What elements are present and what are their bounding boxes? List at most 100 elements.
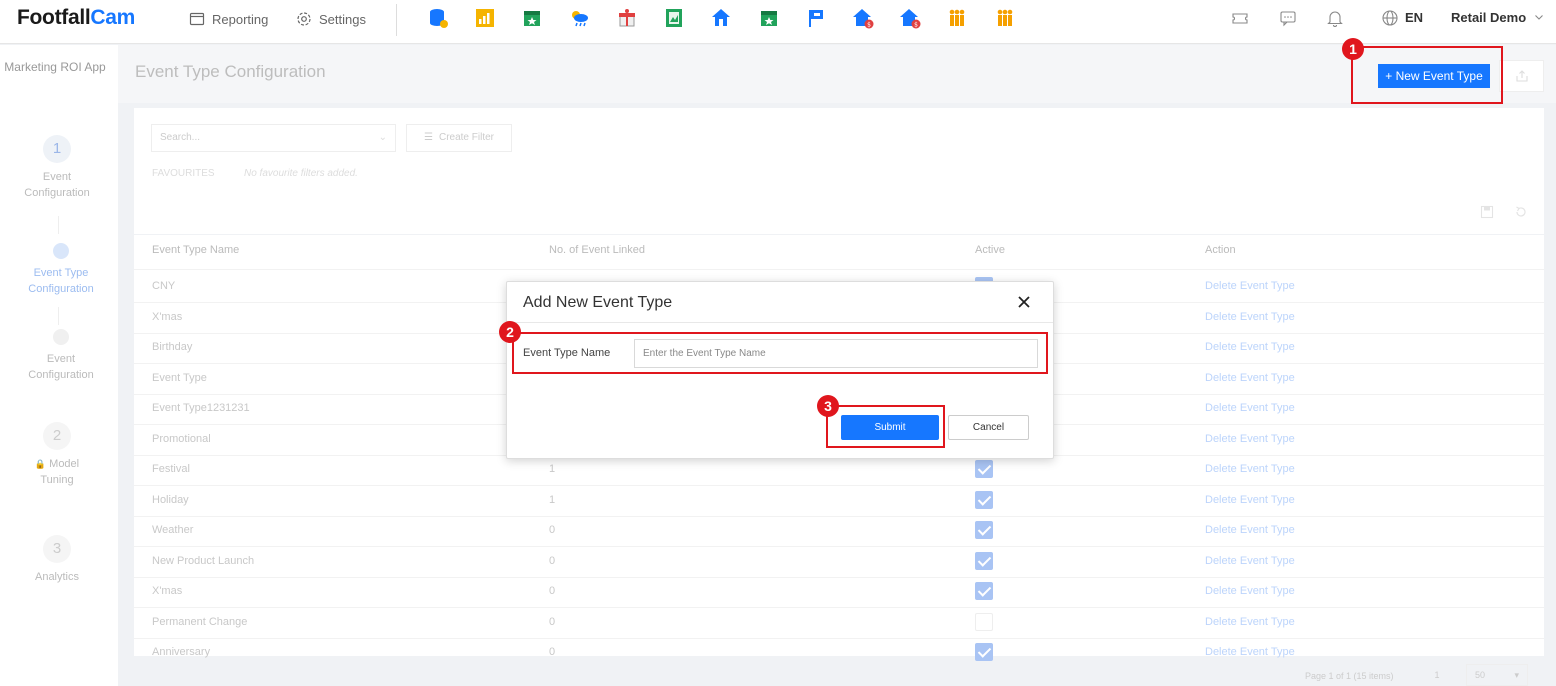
step-label: 🔒 Model Tuning — [34, 458, 80, 486]
export-button[interactable] — [1499, 60, 1544, 92]
delete-event-type-link[interactable]: Delete Event Type — [1205, 524, 1295, 536]
pager-summary: Page 1 of 1 (15 items) — [1305, 671, 1394, 681]
sidebar-step-model-tuning[interactable]: 2 🔒 Model Tuning — [0, 422, 114, 488]
cancel-button[interactable]: Cancel — [948, 415, 1029, 440]
search-input[interactable]: Search... ⌄ — [151, 124, 396, 152]
delete-event-type-link[interactable]: Delete Event Type — [1205, 280, 1295, 292]
row-divider — [134, 515, 1544, 517]
delete-event-type-link[interactable]: Delete Event Type — [1205, 463, 1295, 475]
footfallcam-logo[interactable]: FootfallCam — [17, 6, 135, 30]
active-checkbox[interactable] — [975, 521, 993, 539]
dialog-title: Add New Event Type — [523, 294, 673, 311]
database-icon[interactable] — [427, 7, 449, 29]
create-filter-button[interactable]: ☰ Create Filter — [406, 124, 512, 152]
nav-settings[interactable]: Settings — [296, 11, 366, 27]
delete-event-type-link[interactable]: Delete Event Type — [1205, 311, 1295, 323]
column-header-action[interactable]: Action — [1205, 244, 1236, 256]
step-label: Event Configuration — [24, 171, 90, 199]
chat-icon[interactable] — [1279, 9, 1297, 27]
chevron-down-icon — [1534, 15, 1543, 20]
step-badge-3: 3 — [817, 395, 839, 417]
cell-event-type-name: Festival — [152, 463, 190, 475]
delete-event-type-link[interactable]: Delete Event Type — [1205, 646, 1295, 658]
page-header — [118, 45, 1556, 103]
highlight-event-type-name — [512, 332, 1048, 374]
delete-event-type-link[interactable]: Delete Event Type — [1205, 555, 1295, 567]
cell-events-linked: 0 — [549, 524, 556, 536]
sidebar-app-title: Marketing ROI App — [4, 60, 106, 74]
gear-icon — [297, 12, 311, 26]
report-icon[interactable] — [663, 7, 685, 29]
home-cost-icon[interactable]: $ — [899, 7, 921, 29]
delete-event-type-link[interactable]: Delete Event Type — [1205, 494, 1295, 506]
user-menu[interactable]: Retail Demo — [1451, 10, 1544, 25]
cell-event-type-name: Event Type1231231 — [152, 402, 250, 414]
active-checkbox[interactable] — [975, 490, 993, 509]
cell-event-type-name: Weather — [152, 524, 194, 536]
ticket-icon[interactable] — [1231, 9, 1249, 27]
row-divider — [134, 607, 1544, 608]
calendar-icon[interactable] — [758, 7, 780, 29]
close-icon[interactable] — [1015, 293, 1033, 311]
sidebar-substep-event-configuration[interactable]: Event Configuration — [4, 329, 118, 383]
step-label: Event Configuration — [28, 353, 94, 381]
delete-event-type-link[interactable]: Delete Event Type — [1205, 372, 1295, 384]
nav-reporting[interactable]: Reporting — [189, 11, 268, 27]
column-header-linked[interactable]: No. of Event Linked — [549, 244, 645, 256]
row-divider — [134, 485, 1544, 486]
bell-icon[interactable] — [1326, 9, 1344, 27]
step-sidebar: Marketing ROI App 1 Event Configuration … — [0, 45, 118, 686]
sidebar-substep-event-type-configuration[interactable]: Event Type Configuration — [4, 243, 118, 297]
pager-page-button[interactable]: 1 — [1427, 666, 1447, 684]
delete-event-type-link[interactable]: Delete Event Type — [1205, 402, 1295, 414]
language-selector[interactable]: EN — [1405, 10, 1423, 25]
flag-icon[interactable] — [805, 7, 827, 29]
step-number: 1 — [43, 135, 71, 163]
cell-events-linked: 0 — [549, 585, 556, 597]
delete-event-type-link[interactable]: Delete Event Type — [1205, 433, 1295, 445]
sidebar-step-event-configuration[interactable]: 1 Event Configuration — [0, 135, 114, 201]
sidebar-step-analytics[interactable]: 3 Analytics — [0, 535, 114, 585]
active-checkbox[interactable] — [975, 612, 993, 631]
column-header-active[interactable]: Active — [975, 244, 1005, 256]
gift-icon[interactable] — [616, 7, 638, 29]
delete-event-type-link[interactable]: Delete Event Type — [1205, 585, 1295, 597]
globe-icon[interactable] — [1381, 9, 1399, 27]
delete-event-type-link[interactable]: Delete Event Type — [1205, 341, 1295, 353]
favourites-empty-text: No favourite filters added. — [244, 168, 358, 179]
top-navigation-bar: FootfallCam Reporting Settings $ $ EN Re… — [0, 0, 1556, 44]
step-badge-2: 2 — [499, 321, 521, 343]
cell-events-linked: 1 — [549, 493, 556, 506]
active-checkbox[interactable] — [975, 582, 993, 600]
cell-event-type-name: Birthday — [152, 341, 193, 353]
row-divider — [134, 637, 1544, 639]
active-checkbox[interactable] — [975, 551, 993, 570]
home-icon[interactable] — [710, 7, 732, 29]
cell-event-type-name: Anniversary — [152, 646, 211, 658]
highlight-new-event-type — [1351, 46, 1503, 104]
svg-text:$: $ — [914, 22, 918, 29]
cell-event-type-name: New Product Launch — [152, 554, 255, 567]
save-layout-icon[interactable] — [1480, 205, 1494, 219]
export-icon — [1516, 70, 1528, 82]
calendar-star-icon[interactable] — [521, 7, 543, 29]
reset-icon[interactable] — [1514, 205, 1528, 219]
active-checkbox[interactable] — [975, 643, 993, 661]
column-header-name[interactable]: Event Type Name — [152, 244, 239, 256]
weather-icon[interactable] — [568, 7, 590, 29]
lock-icon: 🔒 — [34, 459, 47, 469]
nav-divider — [396, 4, 397, 36]
step-number: 3 — [43, 535, 71, 563]
cell-events-linked: 1 — [549, 463, 556, 475]
caret-down-icon: ▾ — [1514, 670, 1519, 680]
people-alt-icon[interactable] — [994, 7, 1016, 29]
people-icon[interactable] — [946, 7, 968, 29]
page-size-select[interactable]: 50 ▾ — [1466, 664, 1528, 686]
header-divider — [134, 269, 1544, 270]
page-title: Event Type Configuration — [135, 62, 326, 81]
chart-icon[interactable] — [474, 7, 496, 29]
chevron-down-icon: ⌄ — [378, 132, 387, 143]
delete-event-type-link[interactable]: Delete Event Type — [1205, 616, 1295, 628]
active-checkbox[interactable] — [975, 460, 993, 478]
home-revenue-icon[interactable]: $ — [852, 7, 874, 29]
